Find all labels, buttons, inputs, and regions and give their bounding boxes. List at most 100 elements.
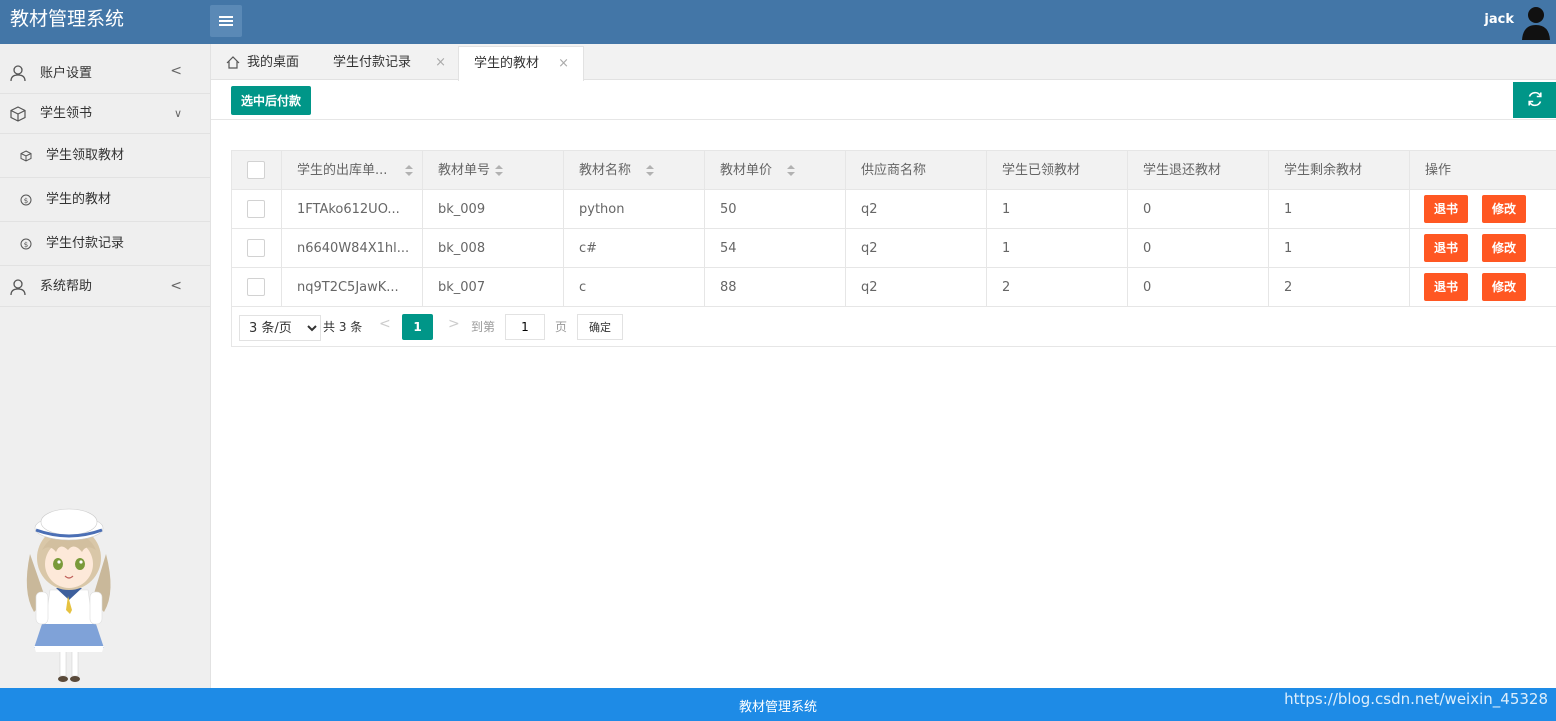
table-actions-cell: 退书 修改	[1410, 268, 1556, 307]
edit-button[interactable]: 修改	[1482, 195, 1526, 223]
tab-payment-records[interactable]: 学生付款记录 ×	[318, 46, 458, 80]
total-count: 共 3 条	[323, 320, 363, 334]
close-icon[interactable]: ×	[435, 46, 446, 80]
chevron-left-icon: <	[170, 278, 182, 294]
current-page-button[interactable]: 1	[402, 314, 433, 340]
table-cell: c#	[564, 229, 705, 268]
goto-confirm-button[interactable]: 确定	[577, 314, 623, 340]
table-cell: 54	[705, 229, 846, 268]
table-row-checkbox-cell	[232, 229, 282, 268]
table-cell: q2	[846, 229, 987, 268]
table-cell: bk_007	[423, 268, 564, 307]
sort-icon[interactable]	[405, 165, 413, 177]
menu-icon-line	[219, 16, 233, 18]
page-unit-label: 页	[555, 320, 568, 334]
close-icon[interactable]: ×	[558, 47, 569, 81]
app-title: 教材管理系统	[10, 8, 125, 30]
sidebar-item-receive-books[interactable]: 学生领取教材	[0, 134, 210, 178]
dollar-icon: $	[20, 194, 32, 206]
user-avatar-icon[interactable]	[1520, 4, 1552, 40]
table-header[interactable]: 教材单价	[705, 151, 846, 190]
table-header: 操作	[1410, 151, 1556, 190]
table-cell: 0	[1128, 190, 1269, 229]
edit-button[interactable]: 修改	[1482, 273, 1526, 301]
goto-page-input[interactable]	[505, 314, 545, 340]
tab-bar: 我的桌面 学生付款记录 × 学生的教材 ×	[211, 44, 1556, 81]
table-cell: python	[564, 190, 705, 229]
tab-student-books[interactable]: 学生的教材 ×	[458, 46, 584, 81]
table-header: 供应商名称	[846, 151, 987, 190]
table-row-checkbox-cell	[232, 190, 282, 229]
page-size-select[interactable]: 3 条/页	[239, 315, 321, 341]
header-label: 学生的出库单...	[297, 163, 388, 178]
refresh-icon	[1527, 91, 1542, 106]
home-icon	[226, 56, 240, 69]
select-all-checkbox[interactable]	[247, 161, 265, 179]
edit-button[interactable]: 修改	[1482, 234, 1526, 262]
row-checkbox[interactable]	[247, 278, 265, 296]
svg-text:$: $	[24, 197, 28, 205]
watermark-text: https://blog.csdn.net/weixin_45328	[1284, 690, 1548, 708]
tab-label: 我的桌面	[247, 55, 300, 70]
sort-icon[interactable]	[787, 165, 795, 177]
table-header: 学生已领教材	[987, 151, 1128, 190]
table-cell: 1	[1269, 190, 1410, 229]
pay-selected-button[interactable]: 选中后付款	[231, 86, 311, 115]
table-header[interactable]: 学生的出库单...	[282, 151, 423, 190]
table-cell: 0	[1128, 268, 1269, 307]
row-checkbox[interactable]	[247, 239, 265, 257]
sidebar-item-label: 学生付款记录	[46, 236, 125, 251]
table-header[interactable]: 教材名称	[564, 151, 705, 190]
sidebar: 账户设置 < 学生领书 ∨ 学生领取教材 $ 学生的教材 $ 学生付款记录 系统…	[0, 44, 211, 688]
sort-icon[interactable]	[495, 165, 503, 177]
table-cell: 1FTAko612UO...	[282, 190, 423, 229]
chevron-left-icon: <	[170, 63, 182, 79]
tab-label: 学生付款记录	[333, 55, 412, 70]
toolbar-divider	[211, 119, 1556, 120]
table-row-checkbox-cell	[232, 268, 282, 307]
return-book-button[interactable]: 退书	[1424, 273, 1468, 301]
sort-icon[interactable]	[646, 165, 654, 177]
user-icon	[10, 279, 26, 296]
table-header: 学生退还教材	[1128, 151, 1269, 190]
sidebar-item-label: 账户设置	[40, 66, 93, 81]
top-header: 教材管理系统 jack	[0, 0, 1556, 44]
table-cell: 0	[1128, 229, 1269, 268]
table-cell: c	[564, 268, 705, 307]
sidebar-item-system-help[interactable]: 系统帮助 <	[0, 266, 210, 307]
table-header: 学生剩余教材	[1269, 151, 1410, 190]
mascot-illustration	[26, 508, 111, 682]
refresh-button[interactable]	[1513, 82, 1556, 118]
sidebar-item-label: 学生的教材	[46, 192, 112, 207]
sidebar-item-account-settings[interactable]: 账户设置 <	[0, 44, 210, 94]
next-page-icon[interactable]: >	[448, 316, 460, 332]
prev-page-icon[interactable]: <	[379, 316, 391, 332]
table-cell: 1	[987, 190, 1128, 229]
header-label: 教材名称	[579, 163, 632, 178]
table-cell: 2	[1269, 268, 1410, 307]
goto-label: 到第	[471, 320, 496, 334]
table-cell: n6640W84X1hl...	[282, 229, 423, 268]
row-checkbox[interactable]	[247, 200, 265, 218]
table-cell: 88	[705, 268, 846, 307]
table-cell: q2	[846, 268, 987, 307]
table-header[interactable]: 教材单号	[423, 151, 564, 190]
table-cell: 1	[1269, 229, 1410, 268]
table-actions-cell: 退书 修改	[1410, 229, 1556, 268]
user-name[interactable]: jack	[1484, 12, 1514, 27]
return-book-button[interactable]: 退书	[1424, 234, 1468, 262]
menu-toggle-button[interactable]	[210, 5, 242, 37]
return-book-button[interactable]: 退书	[1424, 195, 1468, 223]
footer-text: 教材管理系统	[738, 700, 817, 715]
svg-text:$: $	[24, 241, 28, 249]
sidebar-item-label: 学生领取教材	[46, 148, 125, 163]
sidebar-item-student-books-list[interactable]: $ 学生的教材	[0, 178, 210, 222]
sidebar-item-label: 系统帮助	[40, 279, 93, 294]
sidebar-item-student-books[interactable]: 学生领书 ∨	[0, 94, 210, 134]
header-label: 教材单号	[438, 163, 491, 178]
table-cell: bk_008	[423, 229, 564, 268]
table-cell: bk_009	[423, 190, 564, 229]
tab-my-desktop[interactable]: 我的桌面	[211, 46, 318, 80]
sidebar-item-payment-records[interactable]: $ 学生付款记录	[0, 222, 210, 266]
table-cell: nq9T2C5JawK...	[282, 268, 423, 307]
